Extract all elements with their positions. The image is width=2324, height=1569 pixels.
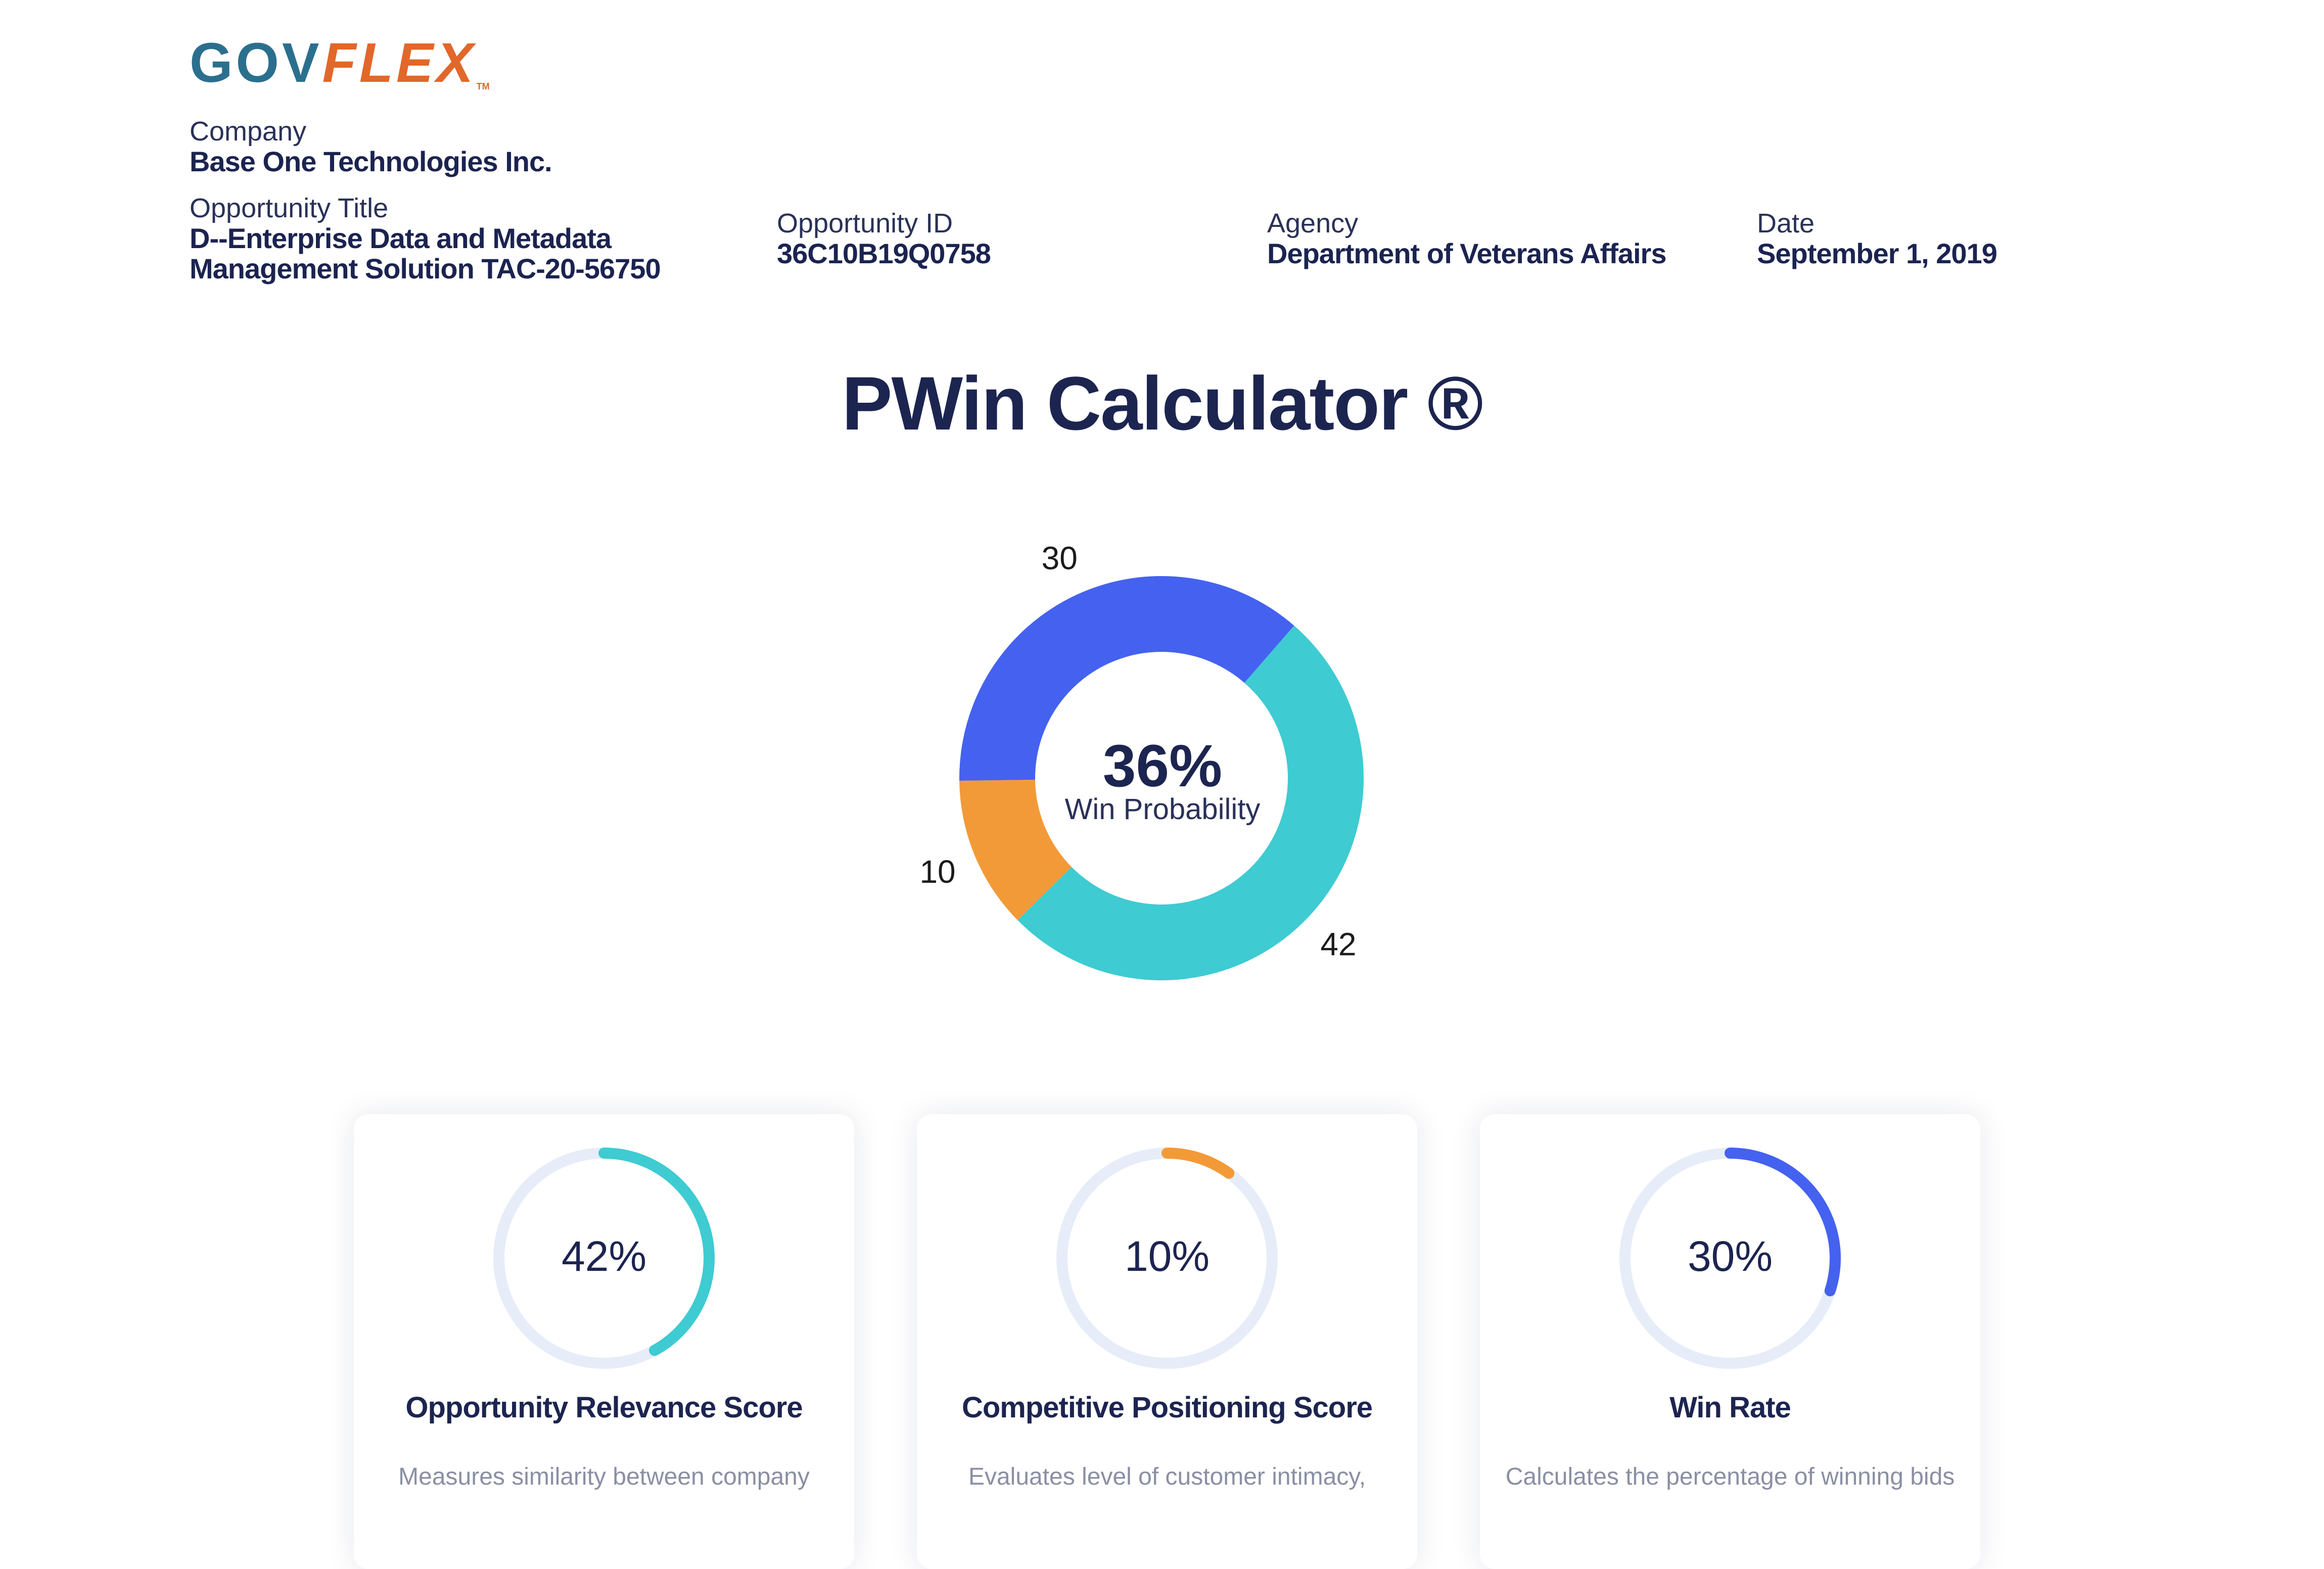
positioning-score-value: 10% — [1124, 1232, 1210, 1280]
positioning-score-title: Competitive Positioning Score — [961, 1391, 1373, 1424]
relevance-score-value: 42% — [561, 1232, 647, 1280]
relevance-score-description: Measures similarity between company — [398, 1463, 810, 1490]
win-rate-value: 30% — [1687, 1232, 1773, 1280]
win-rate-description: Calculates the percentage of winning bid… — [1505, 1463, 1955, 1490]
positioning-score-description: Evaluates level of customer intimacy, — [968, 1463, 1366, 1490]
relevance-score-title: Opportunity Relevance Score — [405, 1391, 803, 1424]
win-rate-title: Win Rate — [1669, 1391, 1791, 1424]
